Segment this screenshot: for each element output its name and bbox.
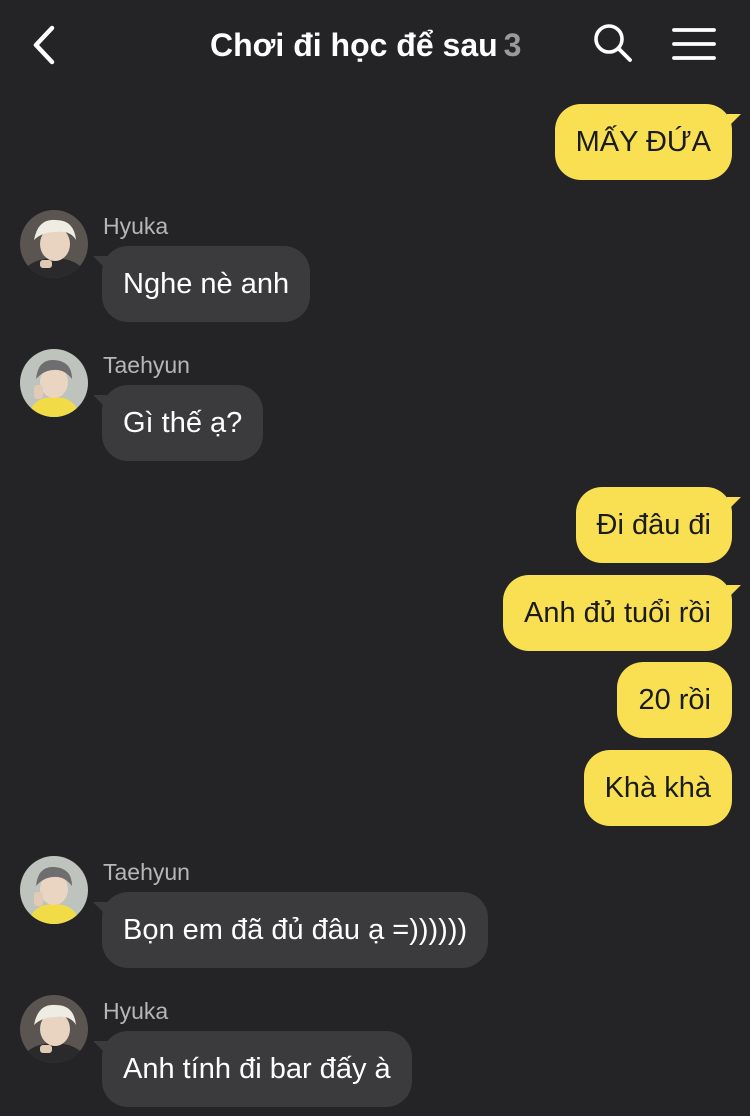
message-bubble-outgoing[interactable]: Anh đủ tuổi rồi (502, 575, 742, 651)
avatar-hyuka[interactable] (20, 995, 88, 1063)
sender-name: Hyuka (103, 998, 169, 1024)
search-icon (594, 24, 632, 62)
message-bubble-outgoing[interactable]: MẤY ĐỨA (554, 104, 742, 180)
avatar-image (20, 856, 88, 924)
sender-name: Hyuka (103, 213, 169, 239)
back-button[interactable] (22, 20, 72, 70)
search-button[interactable] (590, 20, 636, 66)
message-bubble-outgoing[interactable]: 20 rồi (617, 662, 732, 738)
avatar-taehyun[interactable] (20, 349, 88, 417)
avatar-taehyun[interactable] (20, 856, 88, 924)
message-bubble-outgoing[interactable]: Khà khà (583, 750, 732, 826)
menu-button[interactable] (668, 22, 720, 66)
sender-name: Taehyun (103, 859, 190, 885)
message-bubble-incoming[interactable]: Anh tính đi bar đấy à (93, 1031, 412, 1107)
avatar-image (20, 210, 88, 278)
chat-title-area[interactable]: Chơi đi học để sau 3 (210, 22, 550, 68)
message-bubble-incoming[interactable]: Bọn em đã đủ đâu ạ =)))))) (92, 892, 489, 968)
avatar-image (20, 349, 88, 417)
avatar-image (20, 995, 88, 1063)
chat-header: Chơi đi học để sau 3 (0, 0, 750, 90)
hamburger-menu-icon (672, 28, 716, 60)
message-bubble-incoming[interactable]: Gì thế ạ? (92, 385, 264, 461)
sender-name: Taehyun (103, 352, 190, 378)
chat-title: Chơi đi học để sau (210, 27, 498, 63)
member-count: 3 (503, 27, 522, 63)
message-bubble-outgoing[interactable]: Đi đâu đi (575, 487, 742, 563)
message-bubble-incoming[interactable]: Nghe nè anh (92, 246, 311, 322)
chevron-left-icon (33, 25, 55, 65)
avatar-hyuka[interactable] (20, 210, 88, 278)
